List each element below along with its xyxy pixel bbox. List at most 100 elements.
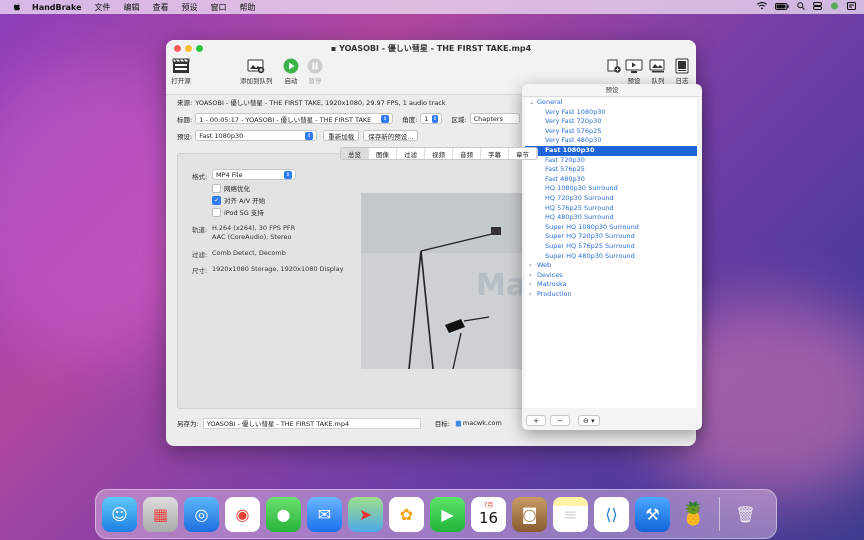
wifi-icon[interactable] xyxy=(757,2,767,10)
format-value: MP4 File xyxy=(216,170,243,179)
preset-select-value: Fast 1080p30 xyxy=(199,131,244,140)
apple-icon[interactable] xyxy=(12,2,22,12)
preset-item[interactable]: Fast 576p25 xyxy=(525,165,697,175)
preset-item[interactable]: HQ 576p25 Surround xyxy=(525,204,697,214)
chrome-icon[interactable]: ◉ xyxy=(225,496,260,532)
preset-item[interactable]: Very Fast 720p30 xyxy=(525,117,697,127)
angle-select[interactable]: 1 ⇕ xyxy=(420,113,443,124)
safari-icon[interactable]: ◎ xyxy=(184,496,219,532)
preset-item[interactable]: Very Fast 1080p30 xyxy=(525,108,697,118)
preset-item[interactable]: Super HQ 480p30 Surround xyxy=(525,252,697,262)
remove-preset-button[interactable]: − xyxy=(550,415,570,426)
align-av-checkbox[interactable]: ✓ 对齐 A/V 开始 xyxy=(212,195,265,205)
menu-presets[interactable]: 预设 xyxy=(182,2,198,13)
preset-item[interactable]: Fast 1080p30 xyxy=(525,145,697,156)
photos-icon[interactable]: ✿ xyxy=(389,496,424,532)
menu-window[interactable]: 窗口 xyxy=(211,2,227,13)
chevron-updown-icon: ⇕ xyxy=(381,114,390,123)
destination-path[interactable]: ▆ macwk.com xyxy=(456,419,502,427)
preset-item[interactable]: Very Fast 576p25 xyxy=(525,127,697,137)
trash-icon[interactable]: 🗑 xyxy=(728,497,763,532)
source-row: 来源: YOASOBI - 優しい彗星 - THE FIRST TAKE, 19… xyxy=(177,97,446,107)
presets-toggle-button[interactable]: 预设 xyxy=(624,57,644,85)
log-icon xyxy=(672,57,692,75)
toolbar-right-item-1[interactable] xyxy=(604,57,624,85)
add-preset-button[interactable]: + xyxy=(526,415,546,426)
preset-item[interactable]: HQ 720p30 Surround xyxy=(525,194,697,204)
tab-audio[interactable]: 音频 xyxy=(453,148,481,159)
ipod-checkbox[interactable]: iPod 5G 支持 xyxy=(212,207,264,217)
control-center-icon[interactable] xyxy=(813,2,822,10)
preset-group[interactable]: › Devices xyxy=(525,271,697,281)
preset-group[interactable]: › Web xyxy=(525,261,697,271)
tab-video[interactable]: 视频 xyxy=(425,148,453,159)
notification-center-icon[interactable] xyxy=(847,2,856,10)
tab-filters[interactable]: 过滤 xyxy=(397,148,425,159)
start-button[interactable]: 启动 xyxy=(281,57,301,85)
checkbox-box xyxy=(212,207,221,217)
preset-item[interactable]: Super HQ 1080p30 Surround xyxy=(525,223,697,233)
launchpad-icon[interactable]: ▦ xyxy=(143,496,178,532)
web-optimized-label: 网络优化 xyxy=(224,185,250,193)
preset-item[interactable]: Fast 480p30 xyxy=(525,175,697,185)
range-select[interactable]: Chapters xyxy=(469,113,520,124)
facetime-icon[interactable]: ▶ xyxy=(430,496,465,532)
queue-icon xyxy=(648,57,668,75)
preset-item[interactable]: HQ 1080p30 Surround xyxy=(525,184,697,194)
preset-options-button[interactable]: ⊖ ▾ xyxy=(578,415,600,426)
contacts-icon[interactable]: ◙ xyxy=(512,496,547,532)
preset-item[interactable]: Super HQ 576p25 Surround xyxy=(525,242,697,252)
start-label: 启动 xyxy=(284,77,298,85)
preset-item[interactable]: Super HQ 720p30 Surround xyxy=(525,232,697,242)
film-icon xyxy=(171,57,191,75)
siri-icon[interactable] xyxy=(830,2,839,10)
preset-group-label: Devices xyxy=(537,270,563,279)
chevron-updown-icon: ⇕ xyxy=(284,170,292,179)
save-as-field[interactable]: YOASOBI - 優しい彗星 - THE FIRST TAKE.mp4 xyxy=(202,417,421,429)
preset-item[interactable]: Fast 720p30 xyxy=(525,156,697,166)
preset-items: Very Fast 1080p30 Very Fast 720p30 Very Fa… xyxy=(525,108,697,262)
web-optimized-checkbox[interactable]: 网络优化 xyxy=(212,183,250,193)
mail-icon[interactable]: ✉ xyxy=(307,496,342,532)
xcode-icon[interactable]: ⚒ xyxy=(635,496,670,532)
tab-subtitles[interactable]: 字幕 xyxy=(481,148,509,159)
messages-icon[interactable]: ● xyxy=(266,496,301,532)
add-to-queue-button[interactable]: 添加到队列 xyxy=(240,57,273,85)
battery-icon[interactable] xyxy=(775,2,789,10)
finder-icon[interactable]: ☺ xyxy=(102,496,137,532)
menu-app-name[interactable]: HandBrake xyxy=(32,3,82,12)
reload-preset-button[interactable]: 重新加载 xyxy=(323,130,360,141)
preset-select[interactable]: Fast 1080p30 ⇕ xyxy=(195,130,318,141)
menu-file[interactable]: 文件 xyxy=(95,2,111,13)
tab-summary[interactable]: 总览 xyxy=(341,148,369,159)
preset-group[interactable]: › Production xyxy=(525,290,697,300)
pause-button[interactable]: 暂停 xyxy=(305,57,325,85)
search-icon[interactable] xyxy=(797,2,805,10)
tab-chapters[interactable]: 章节 xyxy=(509,148,537,159)
vscode-icon[interactable]: ⟨⟩ xyxy=(594,496,629,532)
menu-help[interactable]: 帮助 xyxy=(240,2,256,13)
open-source-button[interactable]: 打开源 xyxy=(171,57,191,85)
tracks-audio: AAC (CoreAudio), Stereo xyxy=(212,233,292,241)
range-label: 区域: xyxy=(451,115,467,124)
format-select[interactable]: MP4 File ⇕ xyxy=(212,169,296,180)
notes-icon[interactable]: ≡ xyxy=(553,496,588,532)
menu-edit[interactable]: 编辑 xyxy=(124,2,140,13)
handbrake-icon[interactable]: 🍍 xyxy=(676,497,711,532)
document-icon: ▪ xyxy=(330,44,340,53)
presets-list: ⌄ General Very Fast 1080p30 Very Fast 720p… xyxy=(525,98,697,408)
activity-log-button[interactable]: 日志 xyxy=(672,57,692,85)
tab-dimensions[interactable]: 图像 xyxy=(369,148,397,159)
preset-group-general[interactable]: ⌄ General xyxy=(525,98,697,108)
maps-icon[interactable]: ➤ xyxy=(348,496,383,532)
check-icon: ✓ xyxy=(212,195,221,205)
title-select[interactable]: 1 - 00:05:17 - YOASOBI - 優しい彗星 - THE FIR… xyxy=(195,113,394,124)
menu-view[interactable]: 查看 xyxy=(153,2,169,13)
preset-group[interactable]: › Matroska xyxy=(525,280,697,290)
chevron-right-icon: › xyxy=(529,270,532,279)
preset-item[interactable]: HQ 480p30 Surround xyxy=(525,213,697,223)
calendar-icon[interactable]: 7月 16 xyxy=(471,496,506,532)
preset-item[interactable]: Very Fast 480p30 xyxy=(525,136,697,146)
queue-button[interactable]: 队列 xyxy=(648,57,668,85)
save-new-preset-button[interactable]: 保存新的预设... xyxy=(363,130,419,141)
